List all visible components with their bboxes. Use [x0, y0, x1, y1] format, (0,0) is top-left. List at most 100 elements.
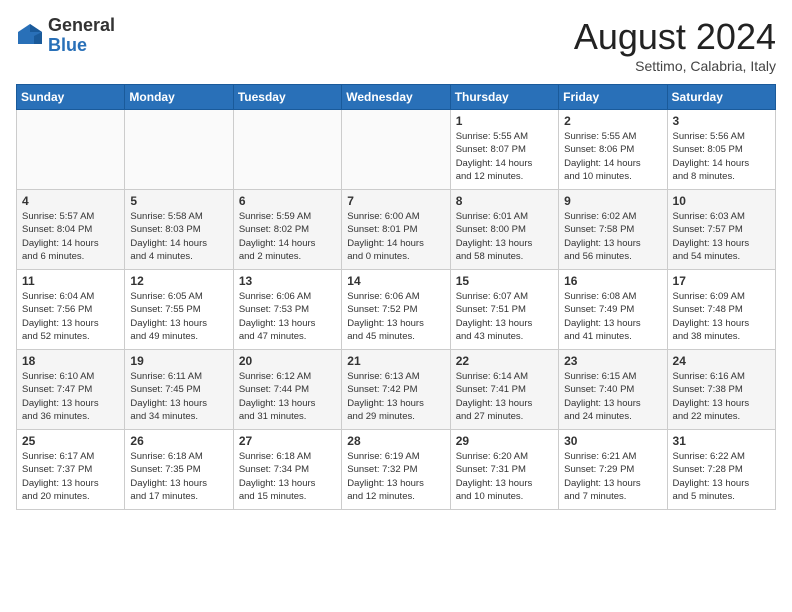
calendar-day: 23Sunrise: 6:15 AM Sunset: 7:40 PM Dayli… — [559, 350, 667, 430]
day-info: Sunrise: 6:00 AM Sunset: 8:01 PM Dayligh… — [347, 210, 444, 263]
day-info: Sunrise: 6:03 AM Sunset: 7:57 PM Dayligh… — [673, 210, 770, 263]
day-number: 30 — [564, 434, 661, 448]
day-info: Sunrise: 5:55 AM Sunset: 8:06 PM Dayligh… — [564, 130, 661, 183]
day-number: 14 — [347, 274, 444, 288]
day-info: Sunrise: 6:17 AM Sunset: 7:37 PM Dayligh… — [22, 450, 119, 503]
day-number: 6 — [239, 194, 336, 208]
calendar-day: 30Sunrise: 6:21 AM Sunset: 7:29 PM Dayli… — [559, 430, 667, 510]
calendar-day: 3 Sunrise: 5:56 AM Sunset: 8:05 PM Daylig… — [667, 110, 775, 190]
calendar-day — [125, 110, 233, 190]
day-number: 19 — [130, 354, 227, 368]
calendar-day: 22Sunrise: 6:14 AM Sunset: 7:41 PM Dayli… — [450, 350, 558, 430]
day-number: 31 — [673, 434, 770, 448]
calendar-week: 18Sunrise: 6:10 AM Sunset: 7:47 PM Dayli… — [17, 350, 776, 430]
day-number: 1 — [456, 114, 553, 128]
day-info: Sunrise: 6:20 AM Sunset: 7:31 PM Dayligh… — [456, 450, 553, 503]
logo-icon — [16, 22, 44, 50]
calendar-day: 29 Sunrise: 6:20 AM Sunset: 7:31 PM Dayli… — [450, 430, 558, 510]
day-header: Friday — [559, 85, 667, 110]
day-info: Sunrise: 6:01 AM Sunset: 8:00 PM Dayligh… — [456, 210, 553, 263]
calendar-day: 17Sunrise: 6:09 AM Sunset: 7:48 PM Dayli… — [667, 270, 775, 350]
day-info: Sunrise: 6:16 AM Sunset: 7:38 PM Dayligh… — [673, 370, 770, 423]
day-info: Sunrise: 6:06 AM Sunset: 7:53 PM Dayligh… — [239, 290, 336, 343]
day-info: Sunrise: 6:05 AM Sunset: 7:55 PM Dayligh… — [130, 290, 227, 343]
calendar-day: 11 Sunrise: 6:04 AM Sunset: 7:56 PM Dayli… — [17, 270, 125, 350]
day-number: 28 — [347, 434, 444, 448]
day-number: 20 — [239, 354, 336, 368]
calendar-day: 14 Sunrise: 6:06 AM Sunset: 7:52 PM Dayli… — [342, 270, 450, 350]
calendar-day: 9Sunrise: 6:02 AM Sunset: 7:58 PM Daylig… — [559, 190, 667, 270]
day-number: 12 — [130, 274, 227, 288]
day-number: 16 — [564, 274, 661, 288]
calendar-day: 10 Sunrise: 6:03 AM Sunset: 7:57 PM Dayli… — [667, 190, 775, 270]
day-number: 25 — [22, 434, 119, 448]
calendar-day: 28 Sunrise: 6:19 AM Sunset: 7:32 PM Dayli… — [342, 430, 450, 510]
calendar-day: 20 Sunrise: 6:12 AM Sunset: 7:44 PM Dayli… — [233, 350, 341, 430]
day-info: Sunrise: 6:07 AM Sunset: 7:51 PM Dayligh… — [456, 290, 553, 343]
calendar-day: 27 Sunrise: 6:18 AM Sunset: 7:34 PM Dayli… — [233, 430, 341, 510]
calendar-day: 21Sunrise: 6:13 AM Sunset: 7:42 PM Dayli… — [342, 350, 450, 430]
calendar-day: 1 Sunrise: 5:55 AM Sunset: 8:07 PM Daylig… — [450, 110, 558, 190]
day-number: 29 — [456, 434, 553, 448]
day-info: Sunrise: 6:19 AM Sunset: 7:32 PM Dayligh… — [347, 450, 444, 503]
calendar-day — [233, 110, 341, 190]
day-number: 2 — [564, 114, 661, 128]
calendar-day: 19 Sunrise: 6:11 AM Sunset: 7:45 PM Dayli… — [125, 350, 233, 430]
day-info: Sunrise: 6:04 AM Sunset: 7:56 PM Dayligh… — [22, 290, 119, 343]
day-info: Sunrise: 6:18 AM Sunset: 7:34 PM Dayligh… — [239, 450, 336, 503]
day-number: 23 — [564, 354, 661, 368]
day-number: 21 — [347, 354, 444, 368]
page-header: General Blue August 2024 Settimo, Calabr… — [16, 16, 776, 74]
day-info: Sunrise: 5:59 AM Sunset: 8:02 PM Dayligh… — [239, 210, 336, 263]
day-number: 7 — [347, 194, 444, 208]
day-info: Sunrise: 6:18 AM Sunset: 7:35 PM Dayligh… — [130, 450, 227, 503]
calendar-day — [342, 110, 450, 190]
calendar-day: 18Sunrise: 6:10 AM Sunset: 7:47 PM Dayli… — [17, 350, 125, 430]
calendar-day: 13 Sunrise: 6:06 AM Sunset: 7:53 PM Dayli… — [233, 270, 341, 350]
calendar-day: 26 Sunrise: 6:18 AM Sunset: 7:35 PM Dayli… — [125, 430, 233, 510]
day-info: Sunrise: 5:57 AM Sunset: 8:04 PM Dayligh… — [22, 210, 119, 263]
calendar-day: 4 Sunrise: 5:57 AM Sunset: 8:04 PM Daylig… — [17, 190, 125, 270]
calendar-table: SundayMondayTuesdayWednesdayThursdayFrid… — [16, 84, 776, 510]
day-info: Sunrise: 5:58 AM Sunset: 8:03 PM Dayligh… — [130, 210, 227, 263]
day-number: 24 — [673, 354, 770, 368]
day-header: Saturday — [667, 85, 775, 110]
day-header: Sunday — [17, 85, 125, 110]
day-info: Sunrise: 5:56 AM Sunset: 8:05 PM Dayligh… — [673, 130, 770, 183]
location: Settimo, Calabria, Italy — [574, 58, 776, 74]
day-info: Sunrise: 6:11 AM Sunset: 7:45 PM Dayligh… — [130, 370, 227, 423]
calendar-day: 7 Sunrise: 6:00 AM Sunset: 8:01 PM Daylig… — [342, 190, 450, 270]
calendar-day: 2 Sunrise: 5:55 AM Sunset: 8:06 PM Daylig… — [559, 110, 667, 190]
logo: General Blue — [16, 16, 115, 56]
day-number: 13 — [239, 274, 336, 288]
day-info: Sunrise: 6:22 AM Sunset: 7:28 PM Dayligh… — [673, 450, 770, 503]
day-number: 15 — [456, 274, 553, 288]
day-number: 5 — [130, 194, 227, 208]
calendar-day: 8 Sunrise: 6:01 AM Sunset: 8:00 PM Daylig… — [450, 190, 558, 270]
calendar-header: SundayMondayTuesdayWednesdayThursdayFrid… — [17, 85, 776, 110]
day-header: Wednesday — [342, 85, 450, 110]
day-header: Tuesday — [233, 85, 341, 110]
calendar-day: 6 Sunrise: 5:59 AM Sunset: 8:02 PM Daylig… — [233, 190, 341, 270]
day-number: 26 — [130, 434, 227, 448]
calendar-week: 25 Sunrise: 6:17 AM Sunset: 7:37 PM Dayli… — [17, 430, 776, 510]
day-header: Monday — [125, 85, 233, 110]
day-number: 4 — [22, 194, 119, 208]
calendar-day: 12 Sunrise: 6:05 AM Sunset: 7:55 PM Dayli… — [125, 270, 233, 350]
day-info: Sunrise: 6:12 AM Sunset: 7:44 PM Dayligh… — [239, 370, 336, 423]
calendar-day: 31 Sunrise: 6:22 AM Sunset: 7:28 PM Dayli… — [667, 430, 775, 510]
month-title: August 2024 — [574, 16, 776, 58]
day-number: 11 — [22, 274, 119, 288]
title-area: August 2024 Settimo, Calabria, Italy — [574, 16, 776, 74]
day-number: 3 — [673, 114, 770, 128]
calendar-week: 11 Sunrise: 6:04 AM Sunset: 7:56 PM Dayli… — [17, 270, 776, 350]
day-info: Sunrise: 6:06 AM Sunset: 7:52 PM Dayligh… — [347, 290, 444, 343]
day-header: Thursday — [450, 85, 558, 110]
day-info: Sunrise: 5:55 AM Sunset: 8:07 PM Dayligh… — [456, 130, 553, 183]
day-info: Sunrise: 6:02 AM Sunset: 7:58 PM Dayligh… — [564, 210, 661, 263]
day-number: 10 — [673, 194, 770, 208]
logo-text: General Blue — [48, 16, 115, 56]
day-info: Sunrise: 6:09 AM Sunset: 7:48 PM Dayligh… — [673, 290, 770, 343]
day-number: 8 — [456, 194, 553, 208]
day-number: 27 — [239, 434, 336, 448]
